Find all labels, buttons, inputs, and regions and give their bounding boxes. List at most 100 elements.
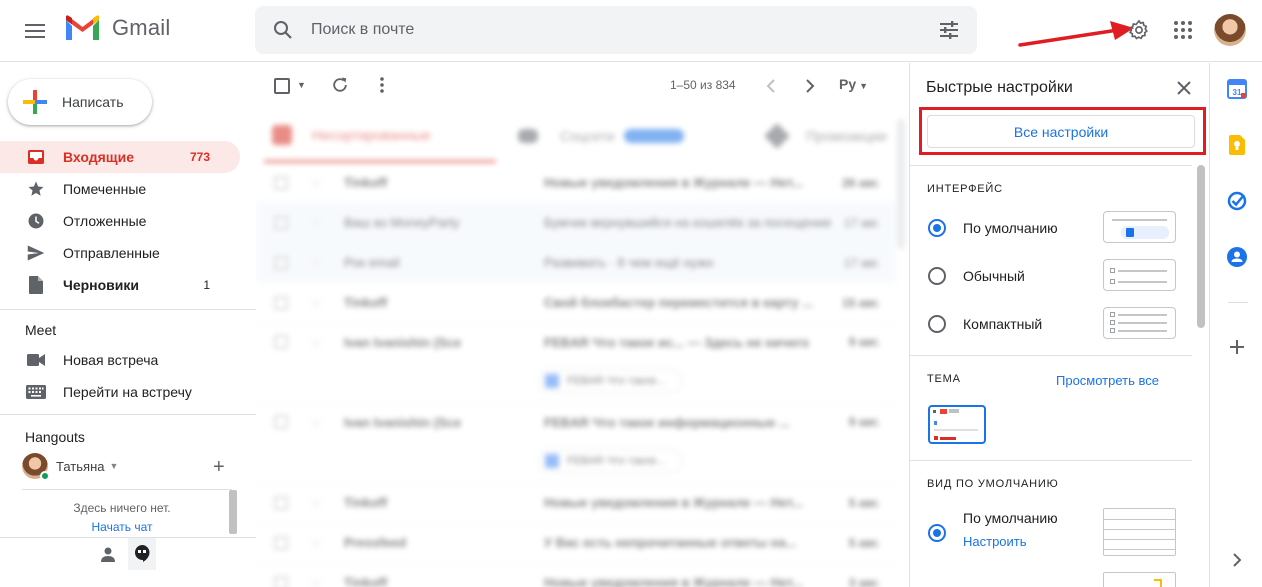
sidebar-item-inbox[interactable]: Входящие 773	[0, 141, 240, 173]
search-bar[interactable]	[255, 6, 977, 54]
account-avatar[interactable]	[1214, 14, 1246, 46]
inbox-default-preview[interactable]	[1103, 508, 1176, 556]
tab-primary[interactable]: Несортированные	[264, 109, 496, 163]
person-icon[interactable]	[100, 546, 116, 562]
row-checkbox[interactable]	[274, 495, 288, 510]
row-checkbox[interactable]	[274, 215, 288, 230]
row-checkbox[interactable]	[274, 415, 288, 429]
density-comfortable-option[interactable]: Обычный	[928, 264, 1025, 288]
sidebar-item-sent[interactable]: Отправленные	[0, 237, 240, 269]
new-meeting-item[interactable]: Новая встреча	[0, 344, 240, 376]
add-contact-icon[interactable]: +	[213, 456, 225, 479]
join-meeting-item[interactable]: Перейти на встречу	[0, 376, 240, 408]
hangouts-user[interactable]: Татьяна ▼ +	[0, 451, 256, 481]
preview-line	[1118, 330, 1167, 332]
keep-button[interactable]	[1226, 134, 1248, 156]
table-row[interactable]: ☆ Ivan Ivanishin (Sce FEBAR Что такое инфо…	[256, 403, 896, 483]
list-scrollbar[interactable]	[897, 119, 905, 249]
customize-link[interactable]: Настроить	[963, 534, 1058, 549]
table-row[interactable]: ☆ Рок email Развивать · 8 чем ещё нужн 17 а…	[256, 243, 896, 283]
star-icon[interactable]: ☆	[310, 255, 324, 271]
gmail-logo[interactable]: Gmail	[64, 14, 170, 42]
inbox-important-preview[interactable]	[1103, 572, 1176, 587]
radio-unselected[interactable]	[928, 315, 946, 333]
preview-line	[1118, 322, 1167, 324]
close-button[interactable]	[1172, 76, 1196, 100]
theme-thumbnail[interactable]	[928, 405, 986, 444]
sidebar-item-starred[interactable]: Помеченные	[0, 173, 240, 205]
contacts-button[interactable]	[1226, 246, 1248, 268]
hangouts-title: Hangouts	[25, 429, 85, 445]
tab-social[interactable]: Соцсети	[518, 109, 758, 163]
star-icon[interactable]: ☆	[310, 215, 324, 231]
compose-button[interactable]: Написать	[8, 79, 152, 125]
table-row[interactable]: ☆ Tinkoff Новые уведомления в Журнале — Не…	[256, 163, 896, 203]
radio-unselected[interactable]	[928, 267, 946, 285]
star-icon[interactable]: ☆	[310, 295, 324, 311]
star-icon[interactable]: ☆	[310, 575, 324, 587]
radio-selected[interactable]	[928, 524, 946, 542]
sidebar-item-drafts[interactable]: Черновики 1	[0, 269, 240, 301]
table-row[interactable]: ☆ Tinkoff Новые уведомления в Журнале — Не…	[256, 563, 896, 587]
tasks-button[interactable]	[1226, 190, 1248, 212]
density-default-option[interactable]: По умолчанию	[928, 216, 1058, 240]
preview-checkbox	[1110, 279, 1115, 284]
quick-settings-panel: Быстрые настройки Все настройки ИНТЕРФЕЙ…	[909, 63, 1209, 587]
table-row[interactable]: ☆ Ваш вз MoneyParty Бумчик вернувшийся на …	[256, 203, 896, 243]
star-icon[interactable]: ☆	[310, 415, 324, 431]
left-sidebar: Написать Входящие 773 Помеченные Отложен…	[0, 63, 256, 587]
more-vertical-icon[interactable]	[372, 75, 392, 95]
star-icon[interactable]: ☆	[310, 335, 324, 351]
select-all-checkbox[interactable]	[274, 78, 290, 94]
row-checkbox[interactable]	[274, 535, 288, 550]
svg-text:31: 31	[1233, 88, 1242, 97]
get-addons-button[interactable]	[1226, 336, 1248, 358]
theme-title: ТЕМА	[927, 373, 961, 385]
hangouts-tab[interactable]	[128, 538, 156, 570]
new-meeting-label: Новая встреча	[63, 352, 159, 368]
chevron-left-icon[interactable]	[763, 76, 779, 96]
density-comfortable-preview[interactable]	[1103, 259, 1176, 291]
star-icon[interactable]: ☆	[310, 535, 324, 551]
quick-settings-scrollbar[interactable]	[1197, 165, 1205, 328]
input-language-button[interactable]: Ру ▼	[839, 76, 868, 92]
tab-promotions[interactable]: Промоакции	[764, 109, 909, 163]
mini-gmail-icon	[940, 409, 947, 414]
star-icon[interactable]: ☆	[310, 175, 324, 191]
all-settings-button[interactable]: Все настройки	[927, 115, 1195, 148]
show-side-panel-button[interactable]	[1226, 549, 1248, 571]
chevron-right-icon[interactable]	[802, 76, 818, 96]
google-apps-button[interactable]	[1163, 10, 1203, 50]
table-row[interactable]: ☆ Ivan Ivanishin (Sce FEBAR Что такое ис..…	[256, 323, 896, 403]
refresh-icon[interactable]	[330, 75, 350, 95]
row-checkbox[interactable]	[274, 575, 288, 587]
table-row[interactable]: ☆ Tinkoff Свой блокбастер переместится в к…	[256, 283, 896, 323]
density-compact-option[interactable]: Компактный	[928, 312, 1042, 336]
density-default-preview[interactable]	[1103, 211, 1176, 243]
search-options-icon[interactable]	[937, 18, 961, 42]
density-compact-preview[interactable]	[1103, 307, 1176, 339]
divider	[0, 414, 256, 415]
radio-selected[interactable]	[928, 219, 946, 237]
calendar-button[interactable]: 31	[1226, 78, 1248, 100]
inbox-default-option[interactable]: По умолчанию Настроить	[928, 510, 1058, 549]
sidebar-item-snoozed[interactable]: Отложенные	[0, 205, 240, 237]
search-input[interactable]	[311, 6, 911, 54]
main-menu-button[interactable]	[15, 11, 55, 51]
row-checkbox[interactable]	[274, 295, 288, 310]
table-row[interactable]: ☆ Pressfeed У Вас есть непрочитанные ответ…	[256, 523, 896, 563]
star-icon[interactable]: ☆	[310, 495, 324, 511]
start-chat-link[interactable]: Начать чат	[0, 520, 244, 534]
row-checkbox[interactable]	[274, 255, 288, 270]
row-checkbox[interactable]	[274, 175, 288, 190]
clock-icon	[26, 211, 46, 231]
caret-down-icon[interactable]: ▼	[109, 461, 118, 471]
settings-button[interactable]	[1119, 10, 1159, 50]
view-all-themes-link[interactable]: Просмотреть все	[1056, 373, 1159, 388]
attachment-chip[interactable]: FEBAR Что такое...	[538, 369, 683, 393]
attachment-chip[interactable]: FEBAR Что такое...	[538, 449, 683, 473]
search-icon[interactable]	[271, 18, 295, 42]
row-checkbox[interactable]	[274, 335, 288, 349]
select-caret-icon[interactable]: ▼	[297, 80, 306, 90]
table-row[interactable]: ☆ Tinkoff Новые уведомления в Журнале — Не…	[256, 483, 896, 523]
